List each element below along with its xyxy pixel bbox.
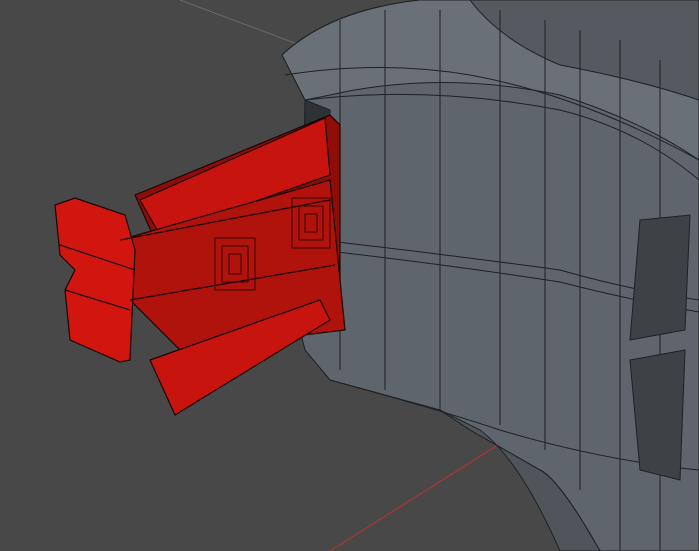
3d-viewport[interactable] <box>0 0 699 551</box>
viewport-canvas[interactable] <box>0 0 699 551</box>
